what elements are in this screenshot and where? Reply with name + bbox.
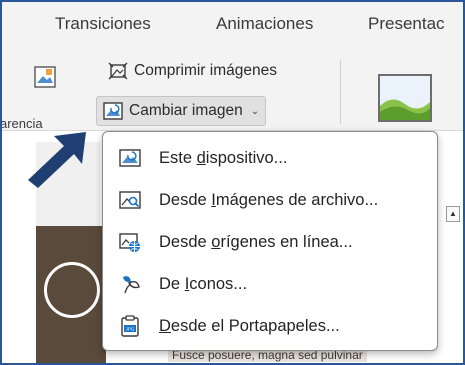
screenshot-frame — [0, 0, 465, 365]
